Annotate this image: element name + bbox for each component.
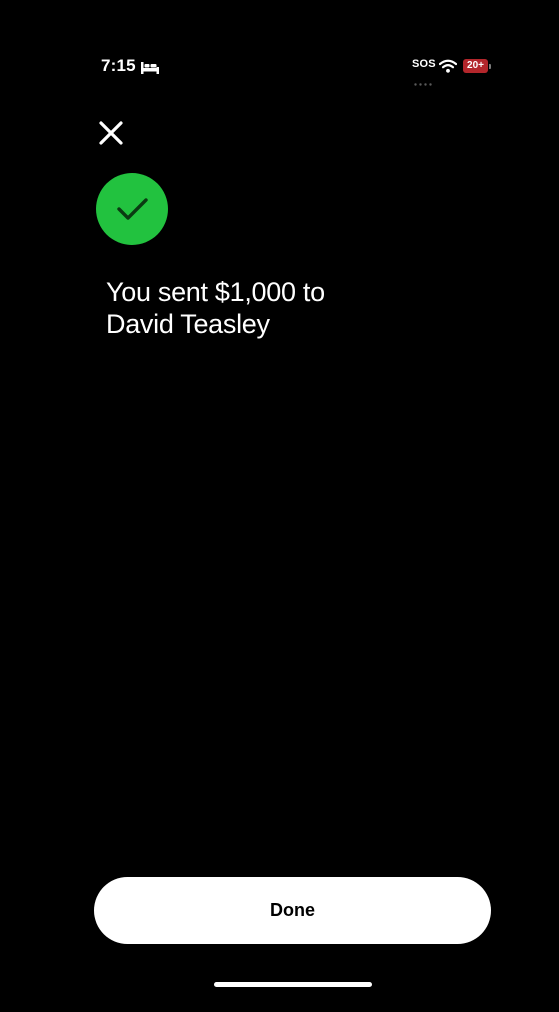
payment-confirmation-screen: 7:15 SOS 20+ You sent $1,000 to David Te… (0, 0, 559, 1012)
close-icon (99, 121, 123, 145)
status-time: 7:15 (101, 56, 136, 75)
sos-indicator: SOS (412, 58, 436, 70)
success-badge (96, 173, 168, 245)
status-bar: 7:15 SOS 20+ (0, 56, 559, 86)
home-indicator[interactable] (214, 982, 372, 987)
checkmark-icon (117, 198, 148, 220)
battery-nub (489, 64, 491, 69)
battery-indicator: 20+ (463, 59, 488, 73)
close-button[interactable] (95, 117, 127, 149)
wifi-icon (438, 59, 458, 73)
confirmation-message-line1: You sent $1,000 to (106, 277, 325, 307)
bed-icon (141, 61, 159, 74)
confirmation-message: You sent $1,000 to David Teasley (106, 276, 436, 340)
recipient-name: David Teasley (106, 309, 270, 339)
done-button[interactable]: Done (94, 877, 491, 944)
signal-dots-icon (414, 73, 434, 86)
